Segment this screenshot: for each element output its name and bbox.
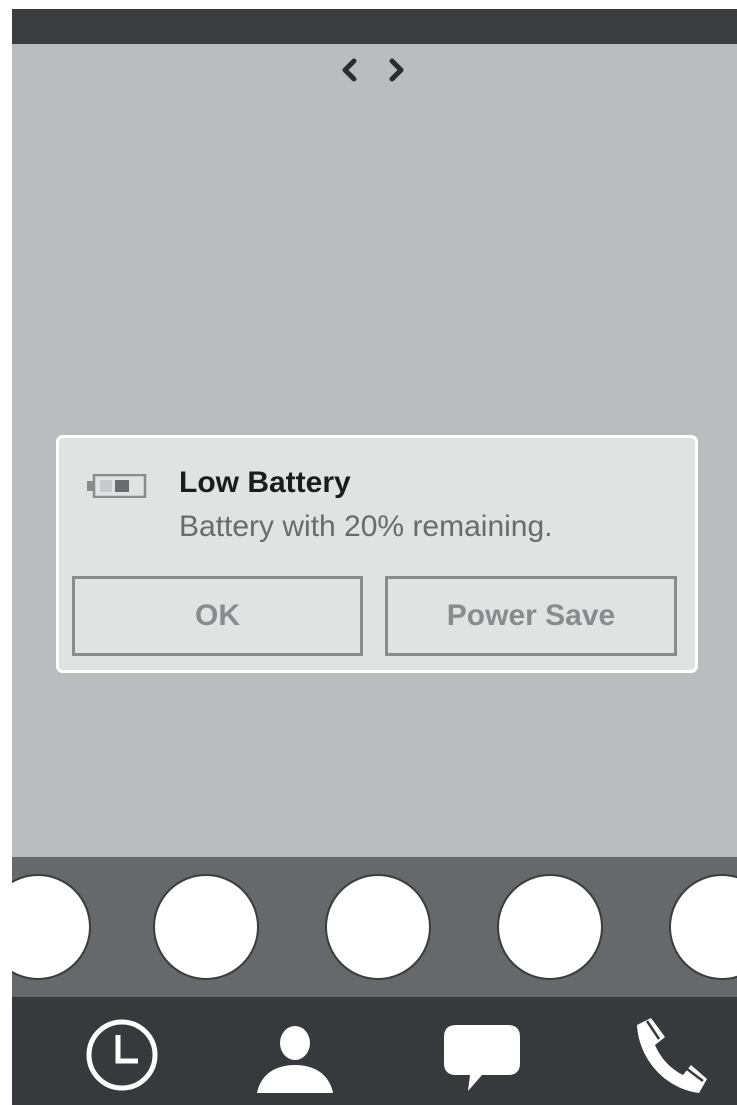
status-bar [12, 9, 737, 44]
app-icon-1[interactable] [12, 874, 91, 980]
page-navigation [334, 55, 414, 85]
chevron-left-icon[interactable] [334, 55, 364, 85]
app-dock [12, 857, 737, 997]
phone-icon[interactable] [627, 1015, 707, 1095]
contact-icon[interactable] [255, 1015, 335, 1095]
app-icon-3[interactable] [325, 874, 431, 980]
power-save-button[interactable]: Power Save [385, 576, 677, 656]
ok-button[interactable]: OK [72, 576, 363, 656]
app-icon-4[interactable] [497, 874, 603, 980]
bottom-navigation-bar [12, 997, 737, 1105]
low-battery-dialog: Low Battery Battery with 20% remaining. … [56, 435, 698, 673]
message-icon[interactable] [442, 1015, 522, 1095]
app-icon-2[interactable] [153, 874, 259, 980]
app-icon-5[interactable] [669, 874, 737, 980]
clock-icon[interactable] [82, 1015, 162, 1095]
phone-screen: Low Battery Battery with 20% remaining. … [12, 9, 737, 1105]
chevron-right-icon[interactable] [382, 55, 412, 85]
dialog-title: Low Battery [179, 466, 351, 499]
dialog-message: Battery with 20% remaining. [179, 510, 553, 543]
battery-low-icon [85, 473, 147, 499]
